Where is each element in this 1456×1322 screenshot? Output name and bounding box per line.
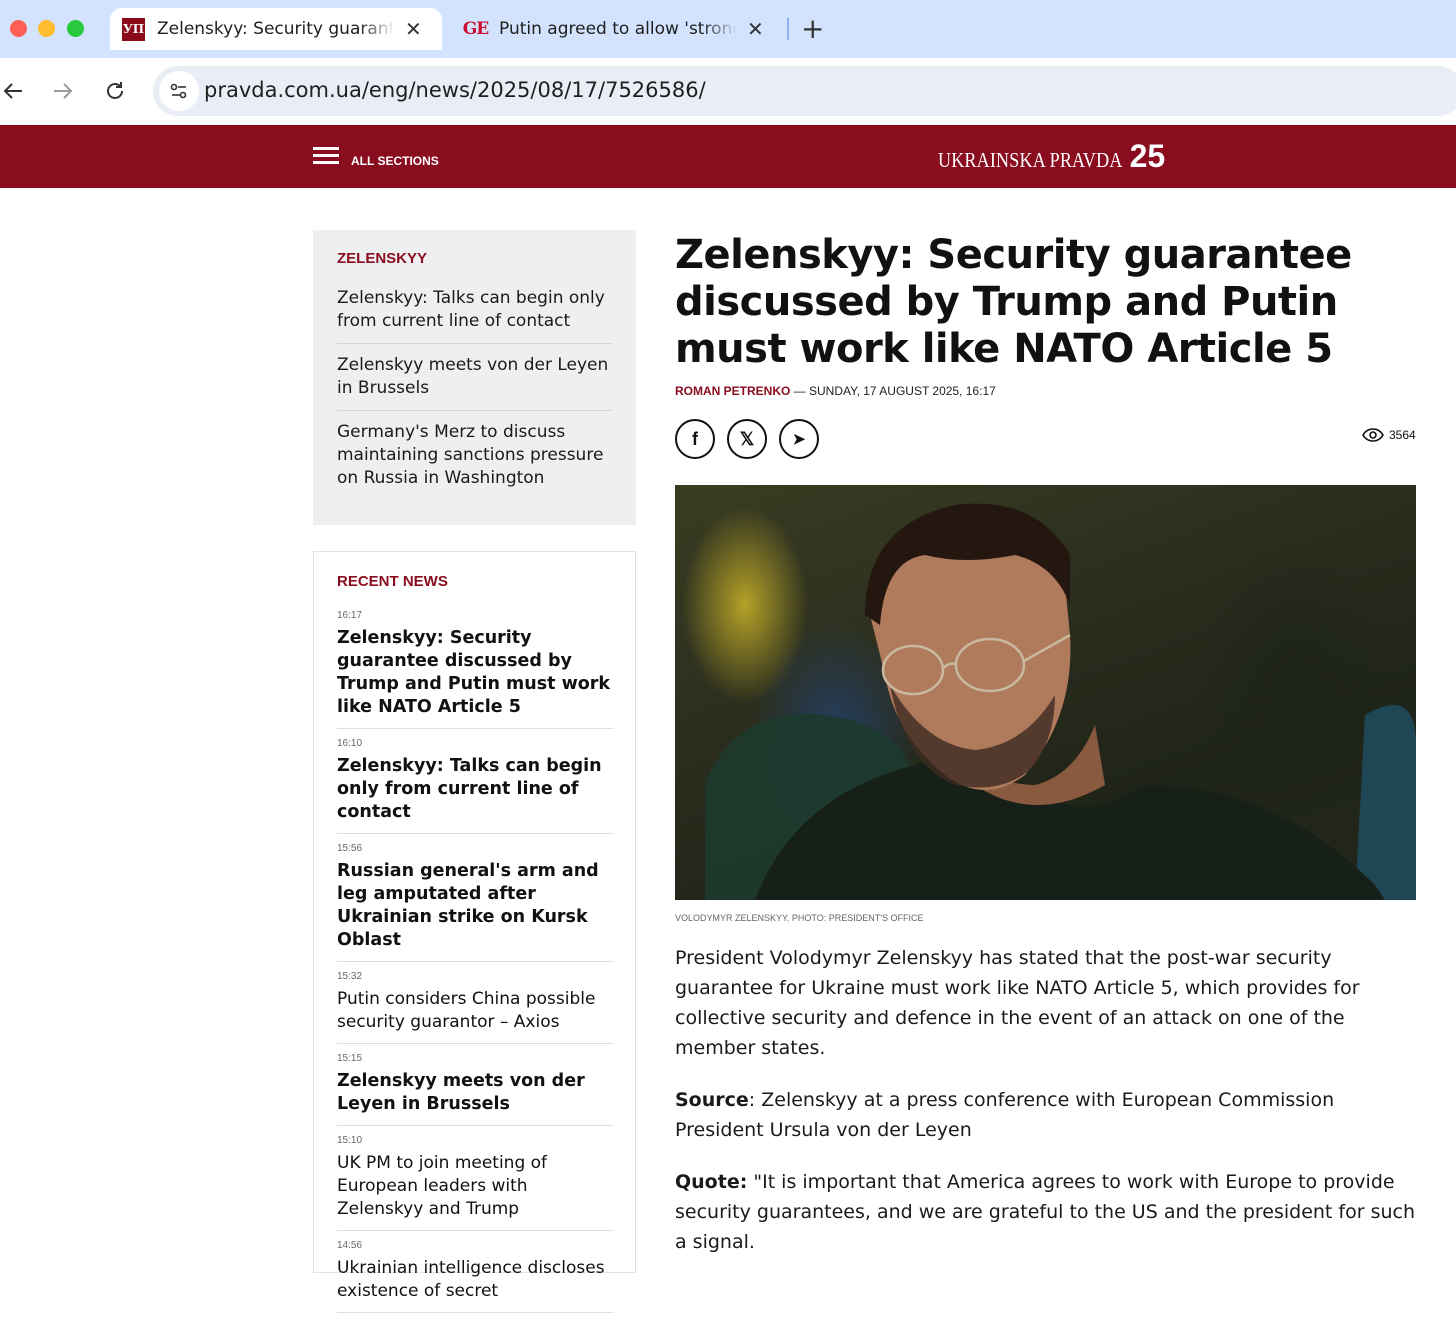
byline: ROMAN PETRENKO — SUNDAY, 17 AUGUST 2025,… [675, 384, 996, 398]
tag-list-item[interactable]: Zelenskyy meets von der Leyen in Brussel… [337, 354, 613, 411]
quote-paragraph: Quote: "It is important that America agr… [675, 1167, 1423, 1257]
tab-title: Putin agreed to allow 'strong' security … [499, 19, 737, 39]
article-photo [675, 485, 1416, 900]
eye-icon [1362, 428, 1384, 442]
quote-text: "It is important that America agrees to … [675, 1171, 1416, 1253]
news-time: 16:10 [337, 738, 363, 749]
logo-text: UKRAINSKA PRAVDA [938, 148, 1123, 172]
address-bar[interactable]: pravda.com.ua/eng/news/2025/08/17/752658… [153, 66, 1456, 116]
view-counter: 3564 [1362, 428, 1416, 442]
source-paragraph: Source: Zelenskyy at a press conference … [675, 1085, 1423, 1145]
arrow-right-icon [54, 83, 73, 99]
tab-inactive[interactable]: GE Putin agreed to allow 'strong' securi… [452, 8, 782, 50]
source-text: : Zelenskyy at a press conference with E… [675, 1089, 1335, 1141]
quote-label: Quote: [675, 1171, 748, 1193]
site-info-button[interactable] [159, 71, 199, 111]
tag-list-item[interactable]: Germany's Merz to discuss maintaining sa… [337, 421, 613, 500]
news-title[interactable]: Zelenskyy: Talks can begin only from cur… [337, 755, 613, 824]
news-title[interactable]: UK PM to join meeting of European leader… [337, 1152, 613, 1221]
telegram-icon: ➤ [792, 431, 806, 448]
site-logo[interactable]: UKRAINSKA PRAVDA 25 [938, 138, 1165, 175]
x-icon: 𝕏 [739, 428, 755, 449]
ge-favicon-icon: GE [462, 19, 489, 39]
close-tab-icon[interactable]: ✕ [747, 17, 764, 41]
source-label: Source [675, 1089, 749, 1111]
views-count: 3564 [1389, 428, 1416, 442]
author-link[interactable]: ROMAN PETRENKO [675, 384, 790, 398]
news-time: 14:56 [337, 1240, 363, 1251]
tag-list: Zelenskyy: Talks can begin only from cur… [337, 287, 613, 510]
publish-date: — SUNDAY, 17 AUGUST 2025, 16:17 [790, 384, 996, 398]
new-tab-button[interactable]: + [801, 14, 824, 44]
news-title[interactable]: Russian general's arm and leg amputated … [337, 860, 613, 952]
tune-icon [170, 83, 187, 99]
tab-active[interactable]: УП Zelenskyy: Security guarantee discuss… [110, 8, 442, 50]
recent-news-item[interactable]: 14:56 Ukrainian intelligence discloses e… [337, 1240, 613, 1313]
recent-news-item[interactable]: 15:15 Zelenskyy meets von der Leyen in B… [337, 1053, 613, 1126]
recent-news-item[interactable]: 16:10 Zelenskyy: Talks can begin only fr… [337, 738, 613, 834]
article-headline: Zelenskyy: Security guarantee discussed … [675, 232, 1352, 372]
news-time: 15:56 [337, 843, 363, 854]
recent-news-item[interactable]: 15:56 Russian general's arm and leg ampu… [337, 843, 613, 962]
logo-number: 25 [1129, 138, 1166, 174]
recent-news-box: RECENT NEWS 16:17 Zelenskyy: Security gu… [313, 551, 636, 1313]
photo-caption: VOLODYMYR ZELENSKYY. PHOTO: PRESIDENT'S … [675, 913, 924, 923]
minimize-window-button[interactable] [38, 20, 55, 37]
telegram-share-button[interactable]: ➤ [779, 419, 819, 459]
hamburger-icon [313, 147, 339, 168]
forward-button[interactable] [50, 78, 76, 104]
tab-title: Zelenskyy: Security guarantee discussed … [157, 19, 395, 39]
news-time: 16:17 [337, 610, 363, 621]
all-sections-button[interactable]: ALL SECTIONS [313, 147, 439, 168]
article-body: President Volodymyr Zelenskyy has stated… [675, 943, 1423, 1279]
browser-toolbar: pravda.com.ua/eng/news/2025/08/17/752658… [0, 58, 1456, 124]
tab-divider [787, 18, 789, 40]
news-title[interactable]: Zelenskyy meets von der Leyen in Brussel… [337, 1070, 613, 1116]
reload-button[interactable] [102, 78, 128, 104]
site-header: ALL SECTIONS UKRAINSKA PRAVDA 25 [0, 125, 1456, 188]
recent-news-heading: RECENT NEWS [337, 573, 448, 590]
news-time: 15:32 [337, 971, 363, 982]
news-title[interactable]: Zelenskyy: Security guarantee discussed … [337, 627, 613, 719]
back-button[interactable] [0, 78, 26, 104]
reload-icon [107, 82, 123, 99]
all-sections-label: ALL SECTIONS [351, 153, 439, 168]
news-title[interactable]: Ukrainian intelligence discloses existen… [337, 1257, 613, 1303]
recent-news-item[interactable]: 16:17 Zelenskyy: Security guarantee disc… [337, 610, 613, 729]
tab-bar: УП Zelenskyy: Security guarantee discuss… [0, 0, 1456, 58]
tag-box: ZELENSKYY Zelenskyy: Talks can begin onl… [313, 230, 636, 525]
recent-news-item[interactable]: 15:10 UK PM to join meeting of European … [337, 1135, 613, 1231]
close-window-button[interactable] [10, 20, 27, 37]
pravda-favicon-icon: УП [122, 17, 145, 41]
news-time: 15:10 [337, 1135, 363, 1146]
share-buttons: f 𝕏 ➤ [675, 419, 831, 459]
article-paragraph: President Volodymyr Zelenskyy has stated… [675, 947, 1360, 1059]
url-text[interactable]: pravda.com.ua/eng/news/2025/08/17/752658… [204, 78, 706, 102]
x-share-button[interactable]: 𝕏 [727, 419, 767, 459]
arrow-left-icon [3, 83, 22, 99]
tag-heading[interactable]: ZELENSKYY [337, 250, 427, 267]
recent-news-list: 16:17 Zelenskyy: Security guarantee disc… [337, 610, 613, 1322]
facebook-icon: f [692, 428, 698, 449]
news-time: 15:15 [337, 1053, 363, 1064]
recent-news-item[interactable]: 15:32 Putin considers China possible sec… [337, 971, 613, 1044]
tag-list-item[interactable]: Zelenskyy: Talks can begin only from cur… [337, 287, 613, 344]
facebook-share-button[interactable]: f [675, 419, 715, 459]
news-title[interactable]: Putin considers China possible security … [337, 988, 613, 1034]
maximize-window-button[interactable] [67, 20, 84, 37]
photo-illustration [705, 503, 1416, 900]
close-tab-icon[interactable]: ✕ [405, 17, 422, 41]
